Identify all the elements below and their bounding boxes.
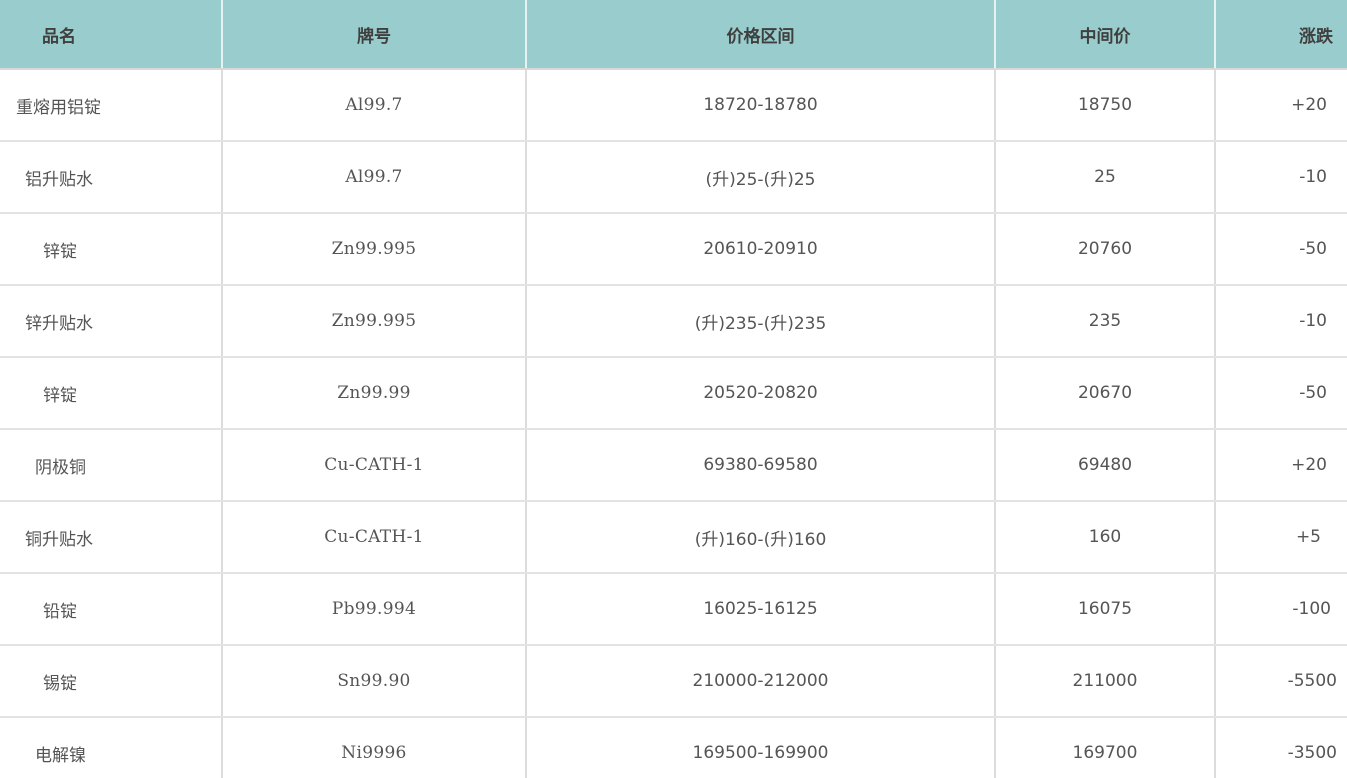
cell-range: 69380-69580 [526, 429, 996, 502]
table-row: 阴极铜 Cu-CATH-1 69380-69580 69480 +20 [0, 429, 1347, 502]
table-row: 锌锭 Zn99.995 20610-20910 20760 -50 [0, 213, 1347, 286]
cell-name: 阴极铜 [0, 429, 223, 502]
table-row: 电解镍 Ni9996 169500-169900 169700 -3500 [0, 717, 1347, 778]
cell-mid: 20760 [995, 213, 1216, 286]
cell-mid: 20670 [995, 357, 1216, 430]
table-row: 铅锭 Pb99.994 16025-16125 16075 -100 [0, 573, 1347, 646]
cell-mid: 69480 [995, 429, 1216, 502]
cell-range: 169500-169900 [526, 717, 996, 778]
metal-price-table: 品名 牌号 价格区间 中间价 涨跌 重熔用铝锭 Al99.7 18720-187… [0, 0, 1347, 778]
cell-grade: Zn99.995 [222, 285, 527, 358]
cell-change: -50 [1215, 213, 1347, 286]
table-row: 铜升贴水 Cu-CATH-1 (升)160-(升)160 160 +5 [0, 501, 1347, 574]
cell-change: -10 [1215, 285, 1347, 358]
cell-name: 锡锭 [0, 645, 223, 718]
header-range: 价格区间 [526, 0, 996, 70]
cell-grade: Ni9996 [222, 717, 527, 778]
cell-grade: Cu-CATH-1 [222, 429, 527, 502]
cell-range: 210000-212000 [526, 645, 996, 718]
cell-name: 锌锭 [0, 213, 223, 286]
cell-mid: 211000 [995, 645, 1216, 718]
header-mid: 中间价 [995, 0, 1216, 70]
table-row: 锌升贴水 Zn99.995 (升)235-(升)235 235 -10 [0, 285, 1347, 358]
cell-grade: Cu-CATH-1 [222, 501, 527, 574]
cell-range: (升)25-(升)25 [526, 141, 996, 214]
cell-mid: 16075 [995, 573, 1216, 646]
table-body: 重熔用铝锭 Al99.7 18720-18780 18750 +20 铝升贴水 … [0, 69, 1347, 778]
cell-change: -100 [1215, 573, 1347, 646]
header-change: 涨跌 [1215, 0, 1347, 70]
cell-change: -5500 [1215, 645, 1347, 718]
cell-range: 18720-18780 [526, 69, 996, 142]
price-table-container: 品名 牌号 价格区间 中间价 涨跌 重熔用铝锭 Al99.7 18720-187… [0, 0, 1347, 778]
cell-name: 铅锭 [0, 573, 223, 646]
header-name: 品名 [0, 0, 223, 70]
cell-change: -10 [1215, 141, 1347, 214]
cell-change: +20 [1215, 429, 1347, 502]
cell-grade: Zn99.99 [222, 357, 527, 430]
cell-mid: 235 [995, 285, 1216, 358]
table-row: 铝升贴水 Al99.7 (升)25-(升)25 25 -10 [0, 141, 1347, 214]
table-header-row: 品名 牌号 价格区间 中间价 涨跌 [0, 0, 1347, 70]
cell-mid: 160 [995, 501, 1216, 574]
cell-name: 锌锭 [0, 357, 223, 430]
cell-range: 20610-20910 [526, 213, 996, 286]
cell-range: (升)160-(升)160 [526, 501, 996, 574]
cell-name: 电解镍 [0, 717, 223, 778]
cell-name: 锌升贴水 [0, 285, 223, 358]
cell-range: 20520-20820 [526, 357, 996, 430]
table-row: 重熔用铝锭 Al99.7 18720-18780 18750 +20 [0, 69, 1347, 142]
table-row: 锌锭 Zn99.99 20520-20820 20670 -50 [0, 357, 1347, 430]
cell-grade: Al99.7 [222, 141, 527, 214]
cell-mid: 169700 [995, 717, 1216, 778]
cell-name: 铝升贴水 [0, 141, 223, 214]
cell-range: 16025-16125 [526, 573, 996, 646]
cell-grade: Pb99.994 [222, 573, 527, 646]
table-row: 锡锭 Sn99.90 210000-212000 211000 -5500 [0, 645, 1347, 718]
cell-change: -3500 [1215, 717, 1347, 778]
cell-range: (升)235-(升)235 [526, 285, 996, 358]
cell-grade: Sn99.90 [222, 645, 527, 718]
cell-mid: 18750 [995, 69, 1216, 142]
cell-grade: Zn99.995 [222, 213, 527, 286]
cell-name: 重熔用铝锭 [0, 69, 223, 142]
header-grade: 牌号 [222, 0, 527, 70]
cell-name: 铜升贴水 [0, 501, 223, 574]
cell-change: +5 [1215, 501, 1347, 574]
cell-grade: Al99.7 [222, 69, 527, 142]
cell-change: -50 [1215, 357, 1347, 430]
cell-mid: 25 [995, 141, 1216, 214]
cell-change: +20 [1215, 69, 1347, 142]
